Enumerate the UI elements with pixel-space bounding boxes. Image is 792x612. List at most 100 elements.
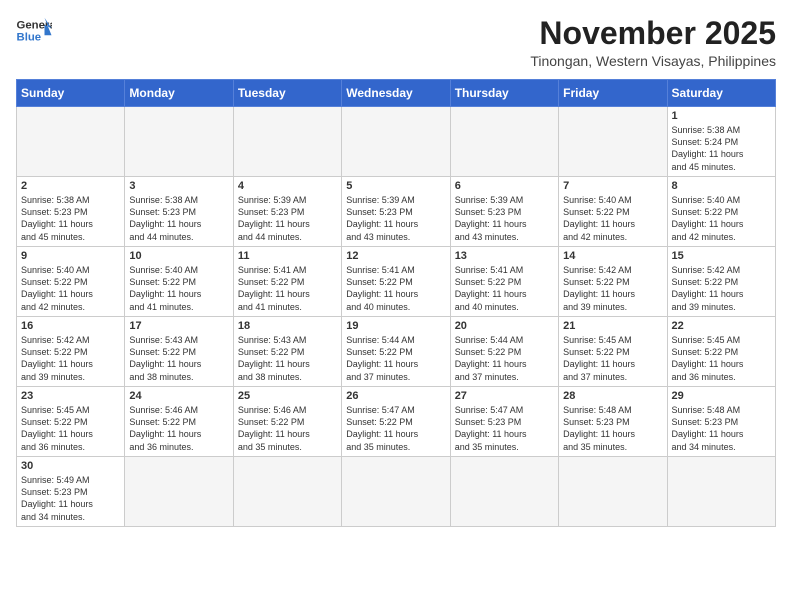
day-info: Sunrise: 5:46 AM Sunset: 5:22 PM Dayligh… <box>129 404 228 453</box>
calendar-cell <box>450 107 558 177</box>
calendar-body: 1 Sunrise: 5:38 AM Sunset: 5:24 PM Daylig… <box>17 107 776 527</box>
title-section: November 2025 Tinongan, Western Visayas,… <box>530 16 776 69</box>
day-info: Sunrise: 5:40 AM Sunset: 5:22 PM Dayligh… <box>672 194 771 243</box>
weekday-header-tuesday: Tuesday <box>233 80 341 107</box>
day-number: 13 <box>455 250 554 262</box>
day-info: Sunrise: 5:38 AM Sunset: 5:23 PM Dayligh… <box>129 194 228 243</box>
calendar-cell: 19 Sunrise: 5:44 AM Sunset: 5:22 PM Dayli… <box>342 317 450 387</box>
calendar-cell: 25 Sunrise: 5:46 AM Sunset: 5:22 PM Dayli… <box>233 387 341 457</box>
day-info: Sunrise: 5:42 AM Sunset: 5:22 PM Dayligh… <box>21 334 120 383</box>
calendar-cell <box>342 457 450 527</box>
day-info: Sunrise: 5:44 AM Sunset: 5:22 PM Dayligh… <box>346 334 445 383</box>
calendar-week-row: 2 Sunrise: 5:38 AM Sunset: 5:23 PM Daylig… <box>17 177 776 247</box>
day-number: 3 <box>129 180 228 192</box>
day-info: Sunrise: 5:40 AM Sunset: 5:22 PM Dayligh… <box>563 194 662 243</box>
day-info: Sunrise: 5:46 AM Sunset: 5:22 PM Dayligh… <box>238 404 337 453</box>
day-info: Sunrise: 5:47 AM Sunset: 5:23 PM Dayligh… <box>455 404 554 453</box>
calendar-cell: 11Sunrise: 5:41 AM Sunset: 5:22 PM Dayli… <box>233 247 341 317</box>
day-number: 28 <box>563 390 662 402</box>
calendar-table: SundayMondayTuesdayWednesdayThursdayFrid… <box>16 79 776 527</box>
day-number: 24 <box>129 390 228 402</box>
calendar-week-row: 1 Sunrise: 5:38 AM Sunset: 5:24 PM Daylig… <box>17 107 776 177</box>
calendar-cell: 28 Sunrise: 5:48 AM Sunset: 5:23 PM Dayli… <box>559 387 667 457</box>
day-info: Sunrise: 5:39 AM Sunset: 5:23 PM Dayligh… <box>238 194 337 243</box>
calendar-week-row: 16 Sunrise: 5:42 AM Sunset: 5:22 PM Dayli… <box>17 317 776 387</box>
day-info: Sunrise: 5:41 AM Sunset: 5:22 PM Dayligh… <box>346 264 445 313</box>
calendar-cell <box>450 457 558 527</box>
day-number: 22 <box>672 320 771 332</box>
day-number: 2 <box>21 180 120 192</box>
day-info: Sunrise: 5:45 AM Sunset: 5:22 PM Dayligh… <box>672 334 771 383</box>
day-info: Sunrise: 5:43 AM Sunset: 5:22 PM Dayligh… <box>238 334 337 383</box>
logo: General Blue <box>16 16 52 44</box>
calendar-cell <box>342 107 450 177</box>
day-number: 19 <box>346 320 445 332</box>
calendar-cell <box>17 107 125 177</box>
calendar-week-row: 23 Sunrise: 5:45 AM Sunset: 5:22 PM Dayli… <box>17 387 776 457</box>
calendar-cell: 14Sunrise: 5:42 AM Sunset: 5:22 PM Dayli… <box>559 247 667 317</box>
weekday-header-monday: Monday <box>125 80 233 107</box>
day-info: Sunrise: 5:38 AM Sunset: 5:24 PM Dayligh… <box>672 124 771 173</box>
weekday-header-friday: Friday <box>559 80 667 107</box>
calendar-cell: 17Sunrise: 5:43 AM Sunset: 5:22 PM Dayli… <box>125 317 233 387</box>
calendar-cell <box>559 457 667 527</box>
day-number: 8 <box>672 180 771 192</box>
calendar-cell: 4 Sunrise: 5:39 AM Sunset: 5:23 PM Daylig… <box>233 177 341 247</box>
calendar-cell: 8 Sunrise: 5:40 AM Sunset: 5:22 PM Daylig… <box>667 177 775 247</box>
calendar-cell: 5Sunrise: 5:39 AM Sunset: 5:23 PM Daylig… <box>342 177 450 247</box>
day-info: Sunrise: 5:43 AM Sunset: 5:22 PM Dayligh… <box>129 334 228 383</box>
day-number: 25 <box>238 390 337 402</box>
day-number: 7 <box>563 180 662 192</box>
day-number: 21 <box>563 320 662 332</box>
calendar-cell: 21Sunrise: 5:45 AM Sunset: 5:22 PM Dayli… <box>559 317 667 387</box>
day-number: 4 <box>238 180 337 192</box>
day-number: 15 <box>672 250 771 262</box>
day-info: Sunrise: 5:40 AM Sunset: 5:22 PM Dayligh… <box>129 264 228 313</box>
calendar-cell: 7 Sunrise: 5:40 AM Sunset: 5:22 PM Daylig… <box>559 177 667 247</box>
calendar-cell <box>125 107 233 177</box>
day-number: 12 <box>346 250 445 262</box>
calendar-week-row: 30Sunrise: 5:49 AM Sunset: 5:23 PM Dayli… <box>17 457 776 527</box>
day-info: Sunrise: 5:41 AM Sunset: 5:22 PM Dayligh… <box>238 264 337 313</box>
day-number: 18 <box>238 320 337 332</box>
day-info: Sunrise: 5:45 AM Sunset: 5:22 PM Dayligh… <box>21 404 120 453</box>
calendar-cell <box>125 457 233 527</box>
calendar-cell <box>233 107 341 177</box>
day-info: Sunrise: 5:44 AM Sunset: 5:22 PM Dayligh… <box>455 334 554 383</box>
svg-text:Blue: Blue <box>17 32 42 44</box>
day-number: 23 <box>21 390 120 402</box>
weekday-header-saturday: Saturday <box>667 80 775 107</box>
calendar-cell: 2 Sunrise: 5:38 AM Sunset: 5:23 PM Daylig… <box>17 177 125 247</box>
day-number: 1 <box>672 110 771 122</box>
page-header: General Blue November 2025 Tinongan, Wes… <box>16 16 776 69</box>
calendar-cell: 29Sunrise: 5:48 AM Sunset: 5:23 PM Dayli… <box>667 387 775 457</box>
weekday-header-row: SundayMondayTuesdayWednesdayThursdayFrid… <box>17 80 776 107</box>
day-info: Sunrise: 5:38 AM Sunset: 5:23 PM Dayligh… <box>21 194 120 243</box>
calendar-cell: 16 Sunrise: 5:42 AM Sunset: 5:22 PM Dayli… <box>17 317 125 387</box>
day-info: Sunrise: 5:48 AM Sunset: 5:23 PM Dayligh… <box>672 404 771 453</box>
day-number: 27 <box>455 390 554 402</box>
calendar-header: SundayMondayTuesdayWednesdayThursdayFrid… <box>17 80 776 107</box>
calendar-cell: 30Sunrise: 5:49 AM Sunset: 5:23 PM Dayli… <box>17 457 125 527</box>
day-number: 10 <box>129 250 228 262</box>
weekday-header-thursday: Thursday <box>450 80 558 107</box>
calendar-cell: 22 Sunrise: 5:45 AM Sunset: 5:22 PM Dayli… <box>667 317 775 387</box>
calendar-cell <box>233 457 341 527</box>
weekday-header-wednesday: Wednesday <box>342 80 450 107</box>
calendar-week-row: 9Sunrise: 5:40 AM Sunset: 5:22 PM Daylig… <box>17 247 776 317</box>
calendar-cell: 20 Sunrise: 5:44 AM Sunset: 5:22 PM Dayli… <box>450 317 558 387</box>
day-number: 5 <box>346 180 445 192</box>
day-number: 20 <box>455 320 554 332</box>
day-number: 14 <box>563 250 662 262</box>
calendar-cell: 10 Sunrise: 5:40 AM Sunset: 5:22 PM Dayli… <box>125 247 233 317</box>
calendar-cell <box>559 107 667 177</box>
day-number: 16 <box>21 320 120 332</box>
day-info: Sunrise: 5:48 AM Sunset: 5:23 PM Dayligh… <box>563 404 662 453</box>
day-number: 6 <box>455 180 554 192</box>
calendar-cell: 26Sunrise: 5:47 AM Sunset: 5:22 PM Dayli… <box>342 387 450 457</box>
calendar-cell: 18 Sunrise: 5:43 AM Sunset: 5:22 PM Dayli… <box>233 317 341 387</box>
logo-icon: General Blue <box>16 16 52 44</box>
calendar-cell: 12 Sunrise: 5:41 AM Sunset: 5:22 PM Dayli… <box>342 247 450 317</box>
calendar-cell: 15Sunrise: 5:42 AM Sunset: 5:22 PM Dayli… <box>667 247 775 317</box>
weekday-header-sunday: Sunday <box>17 80 125 107</box>
